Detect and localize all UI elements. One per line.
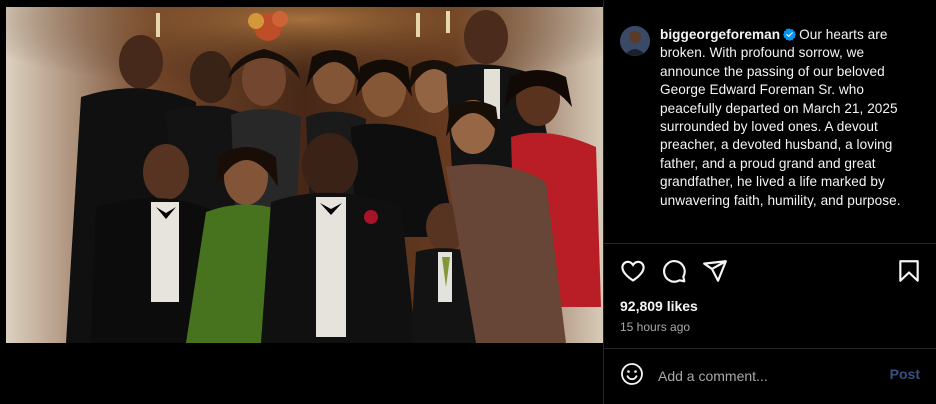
likes-count[interactable]: 92,809 likes xyxy=(620,298,698,314)
comment-input[interactable] xyxy=(658,366,878,386)
divider xyxy=(604,348,936,349)
bookmark-icon xyxy=(899,260,919,282)
comment-button[interactable] xyxy=(661,258,687,284)
share-button[interactable] xyxy=(702,258,728,284)
post-caption: biggeorgeforeman Our hearts are broken. W… xyxy=(660,26,926,210)
family-portrait-image xyxy=(6,7,603,343)
post-photo[interactable] xyxy=(6,7,603,343)
share-icon xyxy=(703,260,727,282)
emoji-button[interactable] xyxy=(620,362,646,388)
username-link[interactable]: biggeorgeforeman xyxy=(660,27,780,42)
divider xyxy=(604,243,936,244)
caption-text: Our hearts are broken. With profound sor… xyxy=(660,27,901,208)
action-bar xyxy=(620,258,922,284)
post-side-panel: biggeorgeforeman Our hearts are broken. W… xyxy=(603,0,936,404)
like-button[interactable] xyxy=(620,258,646,284)
avatar[interactable] xyxy=(620,26,650,56)
caption-block: biggeorgeforeman Our hearts are broken. W… xyxy=(620,26,926,210)
heart-icon xyxy=(621,260,645,282)
post-timestamp[interactable]: 15 hours ago xyxy=(620,320,690,334)
save-button[interactable] xyxy=(896,258,922,284)
post-comment-button[interactable]: Post xyxy=(890,366,920,382)
post-media-pane xyxy=(0,0,603,404)
avatar-image xyxy=(620,26,650,56)
comment-icon xyxy=(663,260,686,283)
emoji-icon xyxy=(621,363,643,385)
comment-form: Post xyxy=(604,350,936,404)
verified-badge-icon xyxy=(783,28,797,41)
